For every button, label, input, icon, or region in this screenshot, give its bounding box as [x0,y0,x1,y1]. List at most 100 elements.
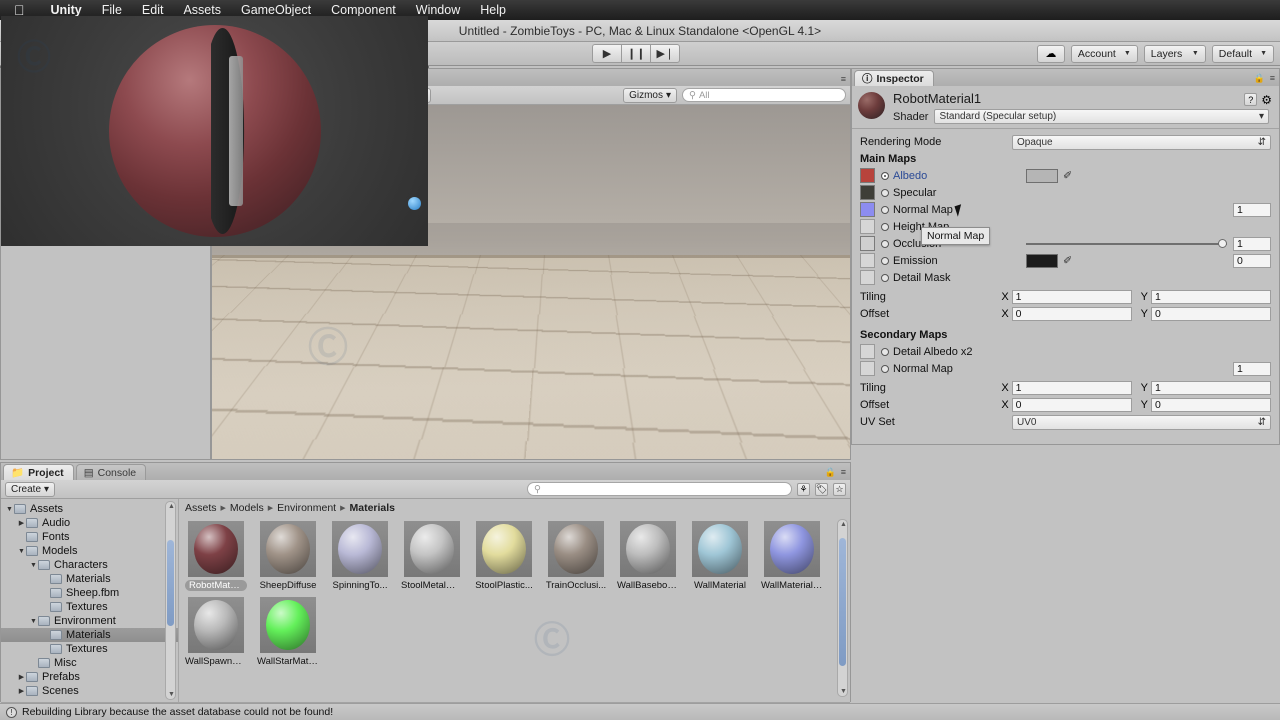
map-toggle-radio[interactable] [881,239,889,248]
map-value-field[interactable]: 1 [1233,202,1271,217]
tree-item[interactable]: ▼ Models [1,544,178,558]
map-toggle-radio[interactable] [881,188,889,197]
tab-project[interactable]: 📁 Project [3,464,74,480]
tree-item[interactable]: Materials [1,572,178,586]
chevron-down-icon[interactable]: ▼ [29,562,38,569]
scene-gizmos-dropdown[interactable]: Gizmos ▾ [623,87,677,103]
map-toggle-radio[interactable] [881,205,889,214]
slider-knob[interactable] [1218,239,1227,248]
texture-slot[interactable] [860,168,875,183]
chevron-down-icon[interactable]: ▼ [17,548,26,555]
pause-button[interactable]: ❙❙ [621,44,651,63]
tree-item[interactable]: ▶ Prefabs [1,670,178,684]
project-create-button[interactable]: Create ▾ [5,481,56,497]
scroll-down-icon[interactable]: ▼ [168,691,175,698]
asset-cells[interactable]: RobotMateria... SheepDiffuse SpinningTo...… [179,517,850,671]
play-button[interactable]: ▶ [592,44,621,63]
project-search-input[interactable]: ⚲ [527,482,792,496]
map-toggle-radio[interactable] [881,256,889,265]
chevron-right-icon[interactable]: ▶ [17,519,26,527]
uv-set-dropdown[interactable]: UV0 ⇵ [1012,414,1271,430]
map-toggle-radio[interactable] [881,222,889,231]
account-dropdown[interactable]: Account ▼ [1070,44,1138,63]
asset-item[interactable]: WallMaterialA... [761,521,823,591]
tab-console[interactable]: ▤ Console [75,464,147,480]
asset-item[interactable]: TrainOcclusi... [545,521,607,591]
tree-item[interactable]: ▶ Scenes [1,684,178,698]
preview-globe-icon[interactable] [408,197,421,210]
main-tiling-x-field[interactable]: 1 [1011,290,1132,304]
secondary-tiling-y-field[interactable]: 1 [1151,381,1271,395]
eyedropper-icon[interactable]: ✐ [1063,254,1072,267]
asset-item[interactable]: StoolPlastic... [473,521,535,591]
menu-file[interactable]: File [92,3,132,17]
breadcrumb[interactable]: Assets ▶ Models ▶ Environment ▶ Materials [179,499,850,517]
menu-gameobject[interactable]: GameObject [231,3,321,17]
menu-help[interactable]: Help [470,3,516,17]
tree-scrollbar[interactable]: ▲ ▼ [165,501,176,700]
tree-item[interactable]: Materials [1,628,178,642]
menu-component[interactable]: Component [321,3,406,17]
asset-item[interactable]: RobotMateria... [185,521,247,591]
gear-icon[interactable]: ⚙ [1261,93,1272,107]
grid-scroll-thumb[interactable] [839,538,846,666]
status-bar[interactable]: ! Rebuilding Library because the asset d… [0,703,1280,720]
map-value-field[interactable]: 0 [1233,253,1271,268]
map-toggle-radio[interactable] [881,273,889,282]
asset-item[interactable]: WallMaterial [689,521,751,591]
scroll-up-icon[interactable]: ▲ [840,521,847,528]
texture-slot[interactable] [860,361,875,376]
tree-item[interactable]: Fonts [1,530,178,544]
asset-item[interactable]: WallSpawnMa... [185,597,247,667]
apple-logo-icon[interactable]:  [14,3,25,17]
chevron-down-icon[interactable]: ▼ [29,618,38,625]
breadcrumb-item[interactable]: Assets [185,502,217,514]
breadcrumb-item[interactable]: Models [230,502,264,514]
help-icon[interactable]: ? [1244,93,1258,106]
menu-assets[interactable]: Assets [173,3,231,17]
breadcrumb-item[interactable]: Environment [277,502,336,514]
cloud-services-button[interactable]: ☁ [1036,44,1065,63]
main-offset-y-field[interactable]: 0 [1151,307,1271,321]
asset-item[interactable]: WallStarMater... [257,597,319,667]
tree-item[interactable]: ▼ Characters [1,558,178,572]
tree-scroll-thumb[interactable] [167,540,174,626]
lock-icon[interactable]: 🔒 [825,467,836,478]
filter-by-label-button[interactable]: 🏷 [815,482,828,496]
texture-slot[interactable] [860,202,875,217]
tab-inspector[interactable]: ⓘ Inspector [854,70,934,86]
rendering-mode-dropdown[interactable]: Opaque ⇵ [1012,134,1271,150]
asset-item[interactable]: WallBaseboa... [617,521,679,591]
menu-unity[interactable]: Unity [41,3,92,17]
tree-item[interactable]: Sheep.fbm [1,586,178,600]
lock-icon[interactable]: 🔒 [1254,73,1265,84]
texture-slot[interactable] [860,253,875,268]
occlusion-slider[interactable] [1026,237,1227,251]
texture-slot[interactable] [860,344,875,359]
asset-item[interactable]: SheepDiffuse [257,521,319,591]
layers-dropdown[interactable]: Layers ▼ [1143,44,1206,63]
tree-item[interactable]: ▼ Environment [1,614,178,628]
step-button[interactable]: ▶❘ [650,44,681,63]
asset-item[interactable]: SpinningTo... [329,521,391,591]
panel-menu-icon[interactable]: ≡ [841,467,846,478]
asset-item[interactable]: StoolMetalMa... [401,521,463,591]
tree-item[interactable]: ▶ Audio [1,516,178,530]
secondary-offset-y-field[interactable]: 0 [1151,398,1271,412]
texture-slot[interactable] [860,270,875,285]
color-swatch-field[interactable] [1026,168,1058,183]
eyedropper-icon[interactable]: ✐ [1063,169,1072,182]
chevron-down-icon[interactable]: ▼ [5,506,14,513]
scroll-down-icon[interactable]: ▼ [840,688,847,695]
color-swatch-field[interactable] [1026,253,1058,268]
scroll-up-icon[interactable]: ▲ [168,503,175,510]
main-offset-x-field[interactable]: 0 [1011,307,1132,321]
secondary-offset-x-field[interactable]: 0 [1011,398,1132,412]
chevron-right-icon[interactable]: ▶ [17,673,26,681]
map-toggle-radio[interactable] [881,171,889,180]
texture-slot[interactable] [860,185,875,200]
filter-by-type-button[interactable]: ⚘ [797,482,810,496]
preview-viewport[interactable]: Ⓒ [1,16,428,246]
project-folder-tree[interactable]: ▼ Assets ▶ Audio Fonts ▼ Models ▼ Characters Mate… [1,499,179,702]
breadcrumb-item[interactable]: Materials [350,502,396,514]
